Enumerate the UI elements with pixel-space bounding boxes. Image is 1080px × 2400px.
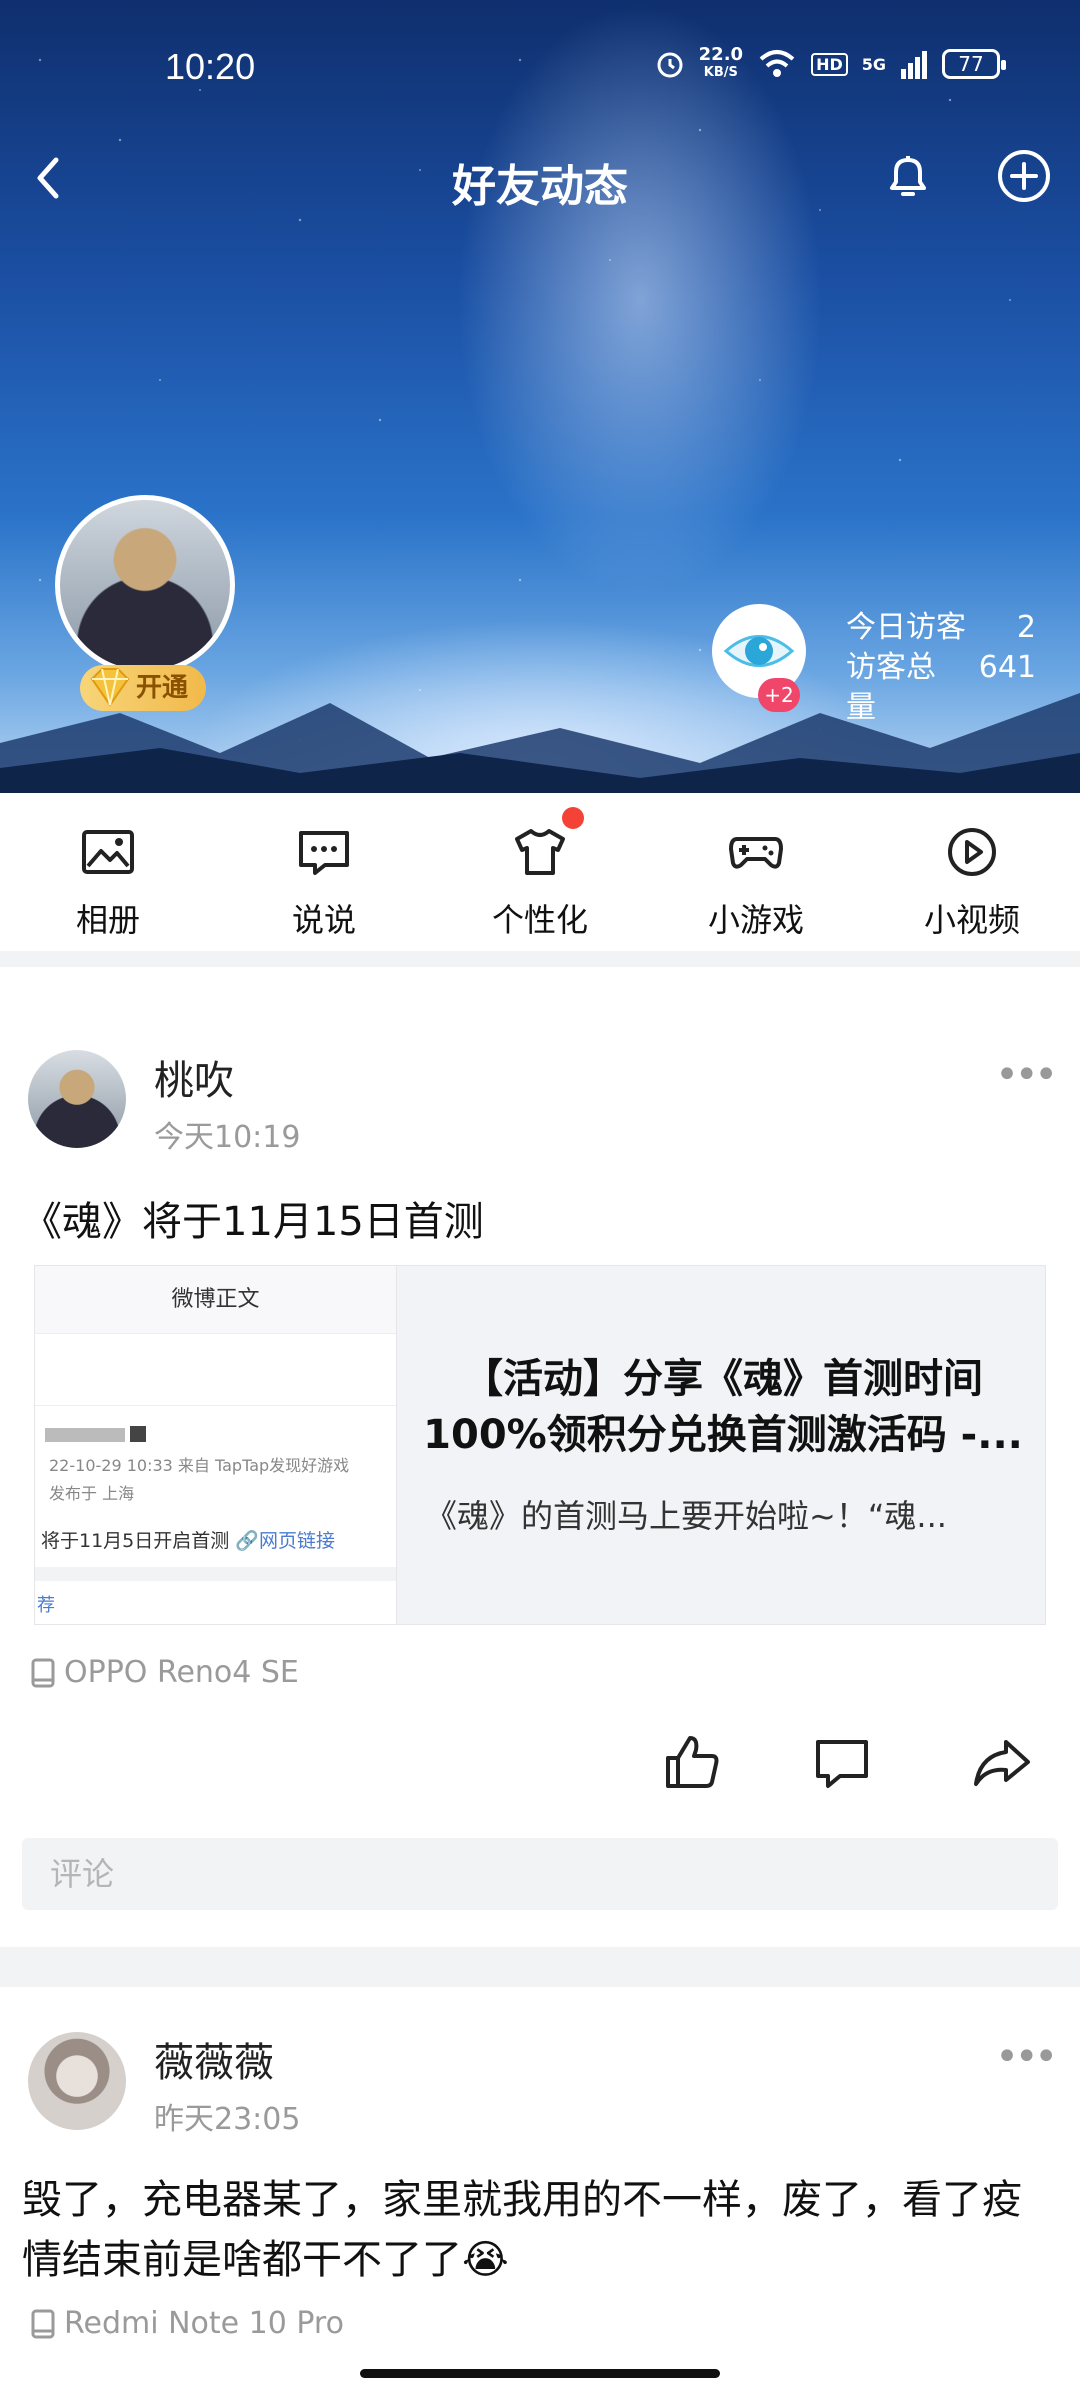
today-visitors-value: 2 xyxy=(1016,610,1036,645)
battery-indicator: 77 xyxy=(942,49,1006,79)
share-icon[interactable] xyxy=(970,1730,1034,1794)
net-speed: 22.0 KB/S xyxy=(699,46,743,82)
thumb-body: 将于11月5日开启首测 🔗网页链接 xyxy=(35,1526,396,1553)
alarm-icon xyxy=(657,52,683,78)
post-time: 今天10:19 xyxy=(154,1120,301,1155)
bell-icon[interactable] xyxy=(876,144,940,208)
comment-input[interactable]: 评论 xyxy=(22,1838,1058,1910)
chat-bubble-icon xyxy=(299,831,349,875)
tab-album-label: 相册 xyxy=(75,901,140,939)
diamond-icon xyxy=(90,668,130,707)
post-divider xyxy=(0,1947,1080,1987)
vip-open-button[interactable]: 开通 xyxy=(80,665,207,711)
like-icon[interactable] xyxy=(660,1730,724,1794)
link-card[interactable]: 微博正文 22-10-29 10:33 来自 TapTap发现好游戏 发布于 上… xyxy=(34,1265,1046,1625)
tab-shuoshuo-label: 说说 xyxy=(291,901,356,939)
post-time: 昨天23:05 xyxy=(154,2102,301,2137)
tab-shuoshuo[interactable]: 说说 xyxy=(216,793,432,951)
net-speed-value: 22.0 xyxy=(698,44,744,65)
tab-album[interactable]: 相册 xyxy=(0,793,216,951)
tab-shortvideo[interactable]: 小视频 xyxy=(864,793,1080,951)
total-visitors-value: 641 xyxy=(978,650,1036,685)
post-avatar[interactable] xyxy=(28,2032,126,2130)
tab-minigame-label: 小游戏 xyxy=(707,901,804,939)
wifi-icon xyxy=(759,50,795,77)
photo-icon xyxy=(82,830,134,874)
signal-label: 5G xyxy=(861,54,886,74)
thumb-meta-1: 22-10-29 10:33 来自 TapTap发现好游戏 xyxy=(49,1456,350,1475)
thumb-blur xyxy=(35,1426,396,1446)
device-name: Redmi Note 10 Pro xyxy=(64,2306,344,2341)
profile-avatar[interactable] xyxy=(55,495,235,675)
notification-dot xyxy=(562,807,584,829)
device-info: OPPO Reno4 SE xyxy=(30,1655,299,1690)
tab-personalize[interactable]: 个性化 xyxy=(432,793,648,951)
play-icon xyxy=(948,828,996,876)
tab-personalize-label: 个性化 xyxy=(491,901,588,939)
section-divider xyxy=(0,951,1080,967)
thumb-meta-2: 发布于 上海 xyxy=(49,1484,135,1503)
visitor-stats[interactable]: 今日访客 2 访客总量 641 xyxy=(846,608,1036,728)
top-nav: 好友动态 xyxy=(0,140,1080,220)
device-info: Redmi Note 10 Pro xyxy=(30,2306,344,2341)
thumb-body-text: 将于11月5日开启首测 xyxy=(41,1530,230,1552)
tab-shortvideo-label: 小视频 xyxy=(923,901,1020,939)
tab-minigame[interactable]: 小游戏 xyxy=(648,793,864,951)
more-options-icon[interactable]: ••• xyxy=(995,1052,1058,1098)
vip-label: 开通 xyxy=(136,673,189,703)
feature-tabs: 相册 说说 个性化 小游戏 小视频 xyxy=(0,793,1080,951)
add-circle-icon[interactable] xyxy=(992,144,1056,208)
thumb-tag: 荐 xyxy=(37,1595,55,1616)
post-avatar[interactable] xyxy=(28,1050,126,1148)
more-options-icon[interactable]: ••• xyxy=(995,2034,1058,2080)
post-author[interactable]: 桃吹 xyxy=(154,1048,234,1106)
thumb-header: 微博正文 xyxy=(35,1266,396,1334)
comment-icon[interactable] xyxy=(810,1730,874,1794)
home-indicator[interactable] xyxy=(360,2369,720,2378)
total-visitors-label: 访客总量 xyxy=(846,650,936,725)
thumb-divider xyxy=(35,1567,396,1581)
status-bar: 10:20 22.0 KB/S HD 5G 77 xyxy=(0,40,1080,100)
status-icons: 22.0 KB/S HD 5G 77 xyxy=(655,46,1006,82)
thumb-blank xyxy=(35,1334,396,1406)
shirt-icon xyxy=(515,829,565,875)
status-time: 10:20 xyxy=(165,46,256,87)
phone-icon xyxy=(31,2309,55,2338)
phone-icon xyxy=(31,1658,55,1687)
device-name: OPPO Reno4 SE xyxy=(64,1655,299,1690)
post-author[interactable]: 薇薇薇 xyxy=(154,2030,274,2088)
link-title: 【活动】分享《魂》首测时间100%领积分兑换首测激活码 -... xyxy=(423,1356,1023,1458)
thumb-link: 🔗网页链接 xyxy=(235,1530,335,1552)
post-text: 毁了，充电器某了，家里就我用的不一样，废了，看了疫情结束前是啥都干不了了😭 xyxy=(22,2177,1022,2283)
post-actions xyxy=(660,1730,1080,1800)
visitor-new-badge: +2 xyxy=(758,678,800,712)
link-description: 《魂》的首测马上要开始啦~！“魂... xyxy=(425,1497,947,1535)
signal-icon xyxy=(901,51,927,79)
thumb-spacer xyxy=(35,1406,396,1426)
post-text: 《魂》将于11月15日首测 xyxy=(22,1199,484,1245)
today-visitors-label: 今日访客 xyxy=(846,610,966,645)
link-thumbnail: 微博正文 22-10-29 10:33 来自 TapTap发现好游戏 发布于 上… xyxy=(35,1266,397,1624)
hd-badge: HD xyxy=(811,52,848,76)
net-speed-unit: KB/S xyxy=(703,65,738,80)
gamepad-icon xyxy=(729,837,783,869)
